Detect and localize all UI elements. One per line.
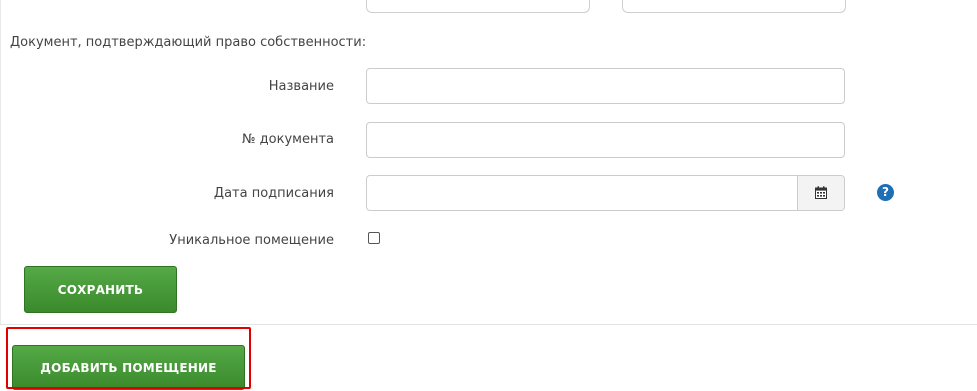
- previous-field-left[interactable]: [366, 0, 590, 13]
- calendar-button[interactable]: [797, 176, 844, 210]
- add-room-button-label: ДОБАВИТЬ ПОМЕЩЕНИЕ: [40, 360, 217, 375]
- doc-number-label: № документа: [242, 132, 334, 147]
- unique-room-label: Уникальное помещение: [169, 233, 334, 248]
- add-room-button[interactable]: ДОБАВИТЬ ПОМЕЩЕНИЕ: [12, 345, 245, 390]
- sign-date-input[interactable]: [367, 176, 798, 210]
- section-title: Документ, подтверждающий право собственн…: [10, 35, 367, 50]
- name-input[interactable]: [366, 68, 845, 104]
- page: Документ, подтверждающий право собственн…: [0, 0, 977, 391]
- ownership-form-panel: Документ, подтверждающий право собственн…: [0, 0, 977, 325]
- unique-room-checkbox[interactable]: [368, 232, 380, 244]
- previous-field-right[interactable]: [622, 0, 846, 13]
- calendar-icon: [815, 184, 827, 203]
- name-label: Название: [268, 79, 334, 94]
- sign-date-label: Дата подписания: [213, 186, 334, 201]
- save-button-label: СОХРАНИТЬ: [57, 282, 144, 297]
- sign-date-field: [366, 175, 845, 211]
- question-circle-icon[interactable]: ?: [877, 184, 894, 201]
- doc-number-input[interactable]: [366, 122, 845, 158]
- save-button[interactable]: СОХРАНИТЬ: [24, 266, 177, 313]
